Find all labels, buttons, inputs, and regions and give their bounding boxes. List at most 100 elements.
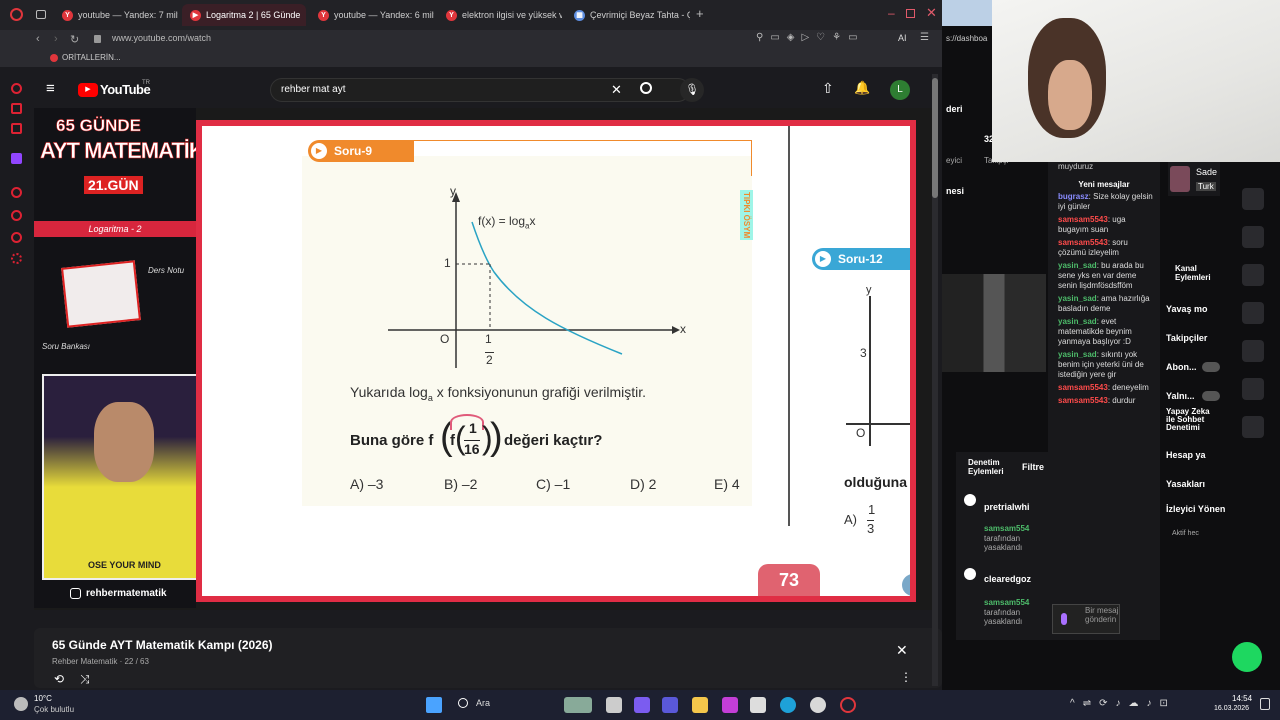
app-icon-4[interactable]	[662, 697, 678, 713]
weather-text[interactable]: Çok bulutlu	[34, 705, 74, 714]
loop-icon[interactable]: ⟲	[54, 672, 64, 686]
shuffle-icon[interactable]: ⤨	[80, 672, 90, 687]
sidebar-icon-3[interactable]	[11, 123, 22, 134]
app-icon-3[interactable]	[634, 697, 650, 713]
sidebar-icon-6[interactable]	[11, 210, 22, 221]
app-icon-6[interactable]	[722, 697, 738, 713]
mic-icon[interactable]	[1061, 613, 1067, 625]
opera-icon[interactable]	[840, 697, 856, 713]
tray-icons[interactable]: ^⇌⟳♪☁♪⊡	[1070, 698, 1176, 709]
clock-time[interactable]: 14:54	[1232, 694, 1252, 703]
search-input[interactable]: rehber mat ayt	[281, 84, 345, 95]
back-icon[interactable]: ‹	[36, 33, 40, 45]
dock-icon-2[interactable]	[1242, 226, 1264, 248]
chat-username[interactable]: yasin_sad	[1058, 317, 1097, 326]
youtube-logo-icon[interactable]: ▶	[78, 83, 98, 97]
help-button[interactable]	[1232, 642, 1262, 672]
chat-username[interactable]: bugrasz	[1058, 192, 1089, 201]
url-text[interactable]: www.youtube.com/watch	[112, 33, 211, 43]
notifications-icon[interactable]: 🔔	[854, 80, 870, 96]
app-icon-2[interactable]	[606, 697, 622, 713]
user-card[interactable]: Sade Turk	[1168, 162, 1220, 196]
toggle-only[interactable]	[1202, 391, 1220, 401]
tab-logaritma[interactable]: ▶ Logaritma 2 | 65 Günde	[182, 4, 306, 26]
sidebar-icon-2[interactable]	[11, 103, 22, 114]
tab-elektron[interactable]: Yelektron ilgisi ve yüksek v	[438, 4, 562, 26]
mod-user-1[interactable]: pretrialwhi	[984, 502, 1030, 512]
close-window-icon[interactable]: ✕	[926, 5, 937, 21]
dock-icon-7[interactable]	[1242, 416, 1264, 438]
left-item-1[interactable]: deri	[946, 104, 963, 114]
action-viewers[interactable]: İzleyici Yönen	[1166, 504, 1225, 514]
stream-preview[interactable]	[942, 274, 1046, 372]
forward-icon[interactable]: ›	[54, 33, 58, 45]
dock-icon-4[interactable]	[1242, 302, 1264, 324]
ai-button[interactable]: AI	[898, 33, 907, 43]
avatar[interactable]: L	[890, 80, 910, 100]
settings-icon[interactable]	[11, 253, 22, 264]
action-followers[interactable]: Takipçiler	[1166, 333, 1207, 343]
chat-username[interactable]: yasin_sad	[1058, 350, 1097, 359]
toggle-subs[interactable]	[1202, 362, 1220, 372]
chat-username[interactable]: samsam5543	[1058, 396, 1108, 405]
sidebar-icon-7[interactable]	[11, 232, 22, 243]
twitch-icon[interactable]	[11, 153, 22, 164]
sidebar-icon-5[interactable]	[11, 187, 22, 198]
close-playlist-icon[interactable]: ✕	[896, 642, 908, 659]
mic-button[interactable]: 🎙	[680, 78, 704, 102]
tab-whiteboard[interactable]: ▦ Çevrimiçi Beyaz Tahta - Ç	[566, 4, 690, 26]
dock-icon-1[interactable]	[1242, 188, 1264, 210]
start-icon[interactable]	[426, 697, 442, 713]
chat-username[interactable]: samsam5543	[1058, 238, 1108, 247]
action-ai-mod[interactable]: Yapay Zeka ile Sohbet Denetimi	[1166, 408, 1210, 432]
action-account[interactable]: Hesap ya	[1166, 450, 1206, 460]
edge-icon[interactable]	[780, 697, 796, 713]
dock-icon-6[interactable]	[1242, 378, 1264, 400]
notification-icon[interactable]	[1260, 698, 1270, 710]
search-icon[interactable]	[640, 82, 652, 94]
minimize-icon[interactable]: –	[888, 6, 895, 20]
dock-icon-5[interactable]	[1242, 340, 1264, 362]
chat-username[interactable]: yasin_sad	[1058, 294, 1097, 303]
chat-username[interactable]: samsam5543	[1058, 383, 1108, 392]
tab-yandex-2[interactable]: Yyoutube — Yandex: 6 milyon	[310, 4, 434, 26]
scroll-thumb[interactable]	[932, 78, 938, 198]
page-scrollbar[interactable]	[932, 74, 938, 686]
search-box[interactable]: rehber mat ayt ✕	[270, 78, 690, 102]
action-subs[interactable]: Abon...	[1166, 362, 1197, 372]
upload-icon[interactable]: ⇧	[822, 80, 834, 97]
chat-username[interactable]: yasin_sad	[1058, 261, 1097, 270]
chat-username[interactable]: samsam5543	[1058, 215, 1108, 224]
app-icon-1[interactable]	[564, 697, 592, 713]
mod-user-2[interactable]: clearedgoz	[984, 574, 1031, 584]
tabs-icon[interactable]	[36, 10, 46, 19]
action-bans[interactable]: Yasakları	[1166, 479, 1205, 489]
playlist-title[interactable]: 65 Günde AYT Matematik Kampı (2026)	[52, 638, 273, 652]
clock-date[interactable]: 16.03.2026	[1214, 705, 1249, 712]
folder-icon[interactable]	[692, 697, 708, 713]
bookmark-item[interactable]: ORİTALLERİN...	[62, 53, 121, 62]
left-item-3[interactable]: nesi	[946, 186, 964, 196]
menu-icon[interactable]: ☰	[920, 32, 929, 43]
filter-button[interactable]: Filtre	[1022, 462, 1044, 472]
hamburger-icon[interactable]: ≡	[46, 80, 55, 97]
maximize-icon[interactable]	[906, 9, 915, 18]
reload-icon[interactable]: ↻	[70, 33, 79, 46]
chat-input[interactable]: Bir mesaj gönderin	[1052, 604, 1120, 634]
new-tab-icon[interactable]: +	[696, 6, 704, 21]
sidebar-icon-1[interactable]	[11, 83, 22, 94]
search-icon[interactable]	[458, 698, 468, 708]
dock-icon-3[interactable]	[1242, 264, 1264, 286]
temperature[interactable]: 10°C	[34, 694, 52, 703]
clear-search-icon[interactable]: ✕	[611, 82, 622, 98]
taskbar-search[interactable]: Ara	[476, 698, 490, 708]
tab-yandex-1[interactable]: Yyoutube — Yandex: 7 milyon	[54, 4, 178, 26]
action-only[interactable]: Yalnı...	[1166, 391, 1195, 401]
app-icon-7[interactable]	[750, 697, 766, 713]
action-active[interactable]: Aktif hec	[1172, 530, 1199, 537]
app-icon-9[interactable]	[810, 697, 826, 713]
action-slow-mode[interactable]: Yavaş mo	[1166, 304, 1208, 314]
more-icon[interactable]: ⋮	[900, 670, 912, 684]
browser-logo-icon	[10, 8, 23, 21]
extensions-icons[interactable]: ⚲▭◈▷♡⚘▭	[756, 32, 865, 43]
